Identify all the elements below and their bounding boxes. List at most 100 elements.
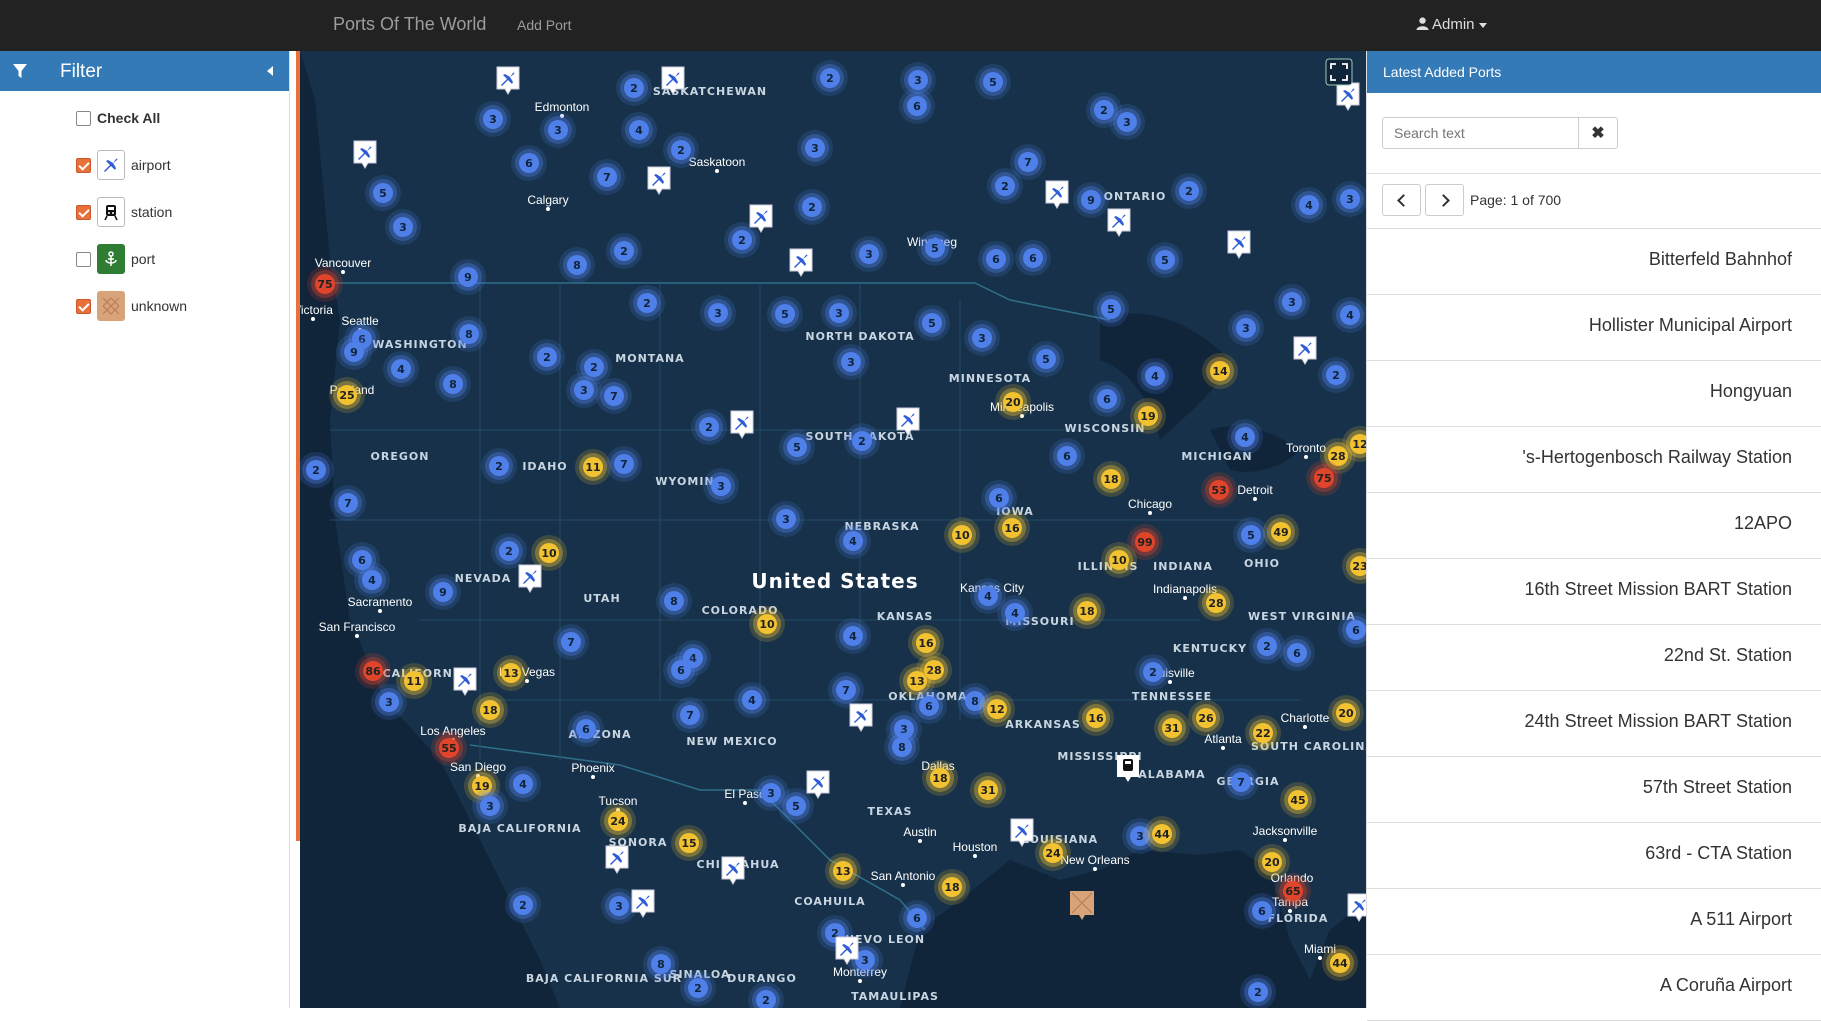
cluster-marker[interactable]: 44	[1144, 816, 1180, 852]
next-page-button[interactable]	[1425, 184, 1464, 216]
cluster-marker[interactable]: 4	[835, 618, 871, 654]
cluster-marker[interactable]: 31	[1154, 710, 1190, 746]
cluster-marker[interactable]: 3	[1274, 284, 1310, 320]
list-item[interactable]: 12APO	[1367, 493, 1821, 559]
cluster-marker[interactable]: 10	[1101, 542, 1137, 578]
cluster-marker[interactable]: 4	[1227, 419, 1263, 455]
cluster-marker[interactable]: 3	[385, 209, 421, 245]
list-item[interactable]: A Coruña Airport	[1367, 955, 1821, 1021]
cluster-marker[interactable]: 9	[450, 259, 486, 295]
cluster-marker[interactable]: 19	[1130, 398, 1166, 434]
cluster-marker[interactable]: 2	[529, 339, 565, 375]
cluster-marker[interactable]: 2	[794, 189, 830, 225]
cluster-marker[interactable]: 86	[355, 653, 391, 689]
cluster-marker[interactable]: 24	[1035, 835, 1071, 871]
cluster-marker[interactable]: 7	[553, 624, 589, 660]
cluster-marker[interactable]: 8	[884, 729, 920, 765]
fullscreen-button[interactable]	[1325, 58, 1353, 86]
cluster-marker[interactable]: 3	[700, 295, 736, 331]
cluster-marker[interactable]: 7	[828, 672, 864, 708]
prev-page-button[interactable]	[1382, 184, 1421, 216]
cluster-marker[interactable]: 6	[899, 900, 935, 936]
list-item[interactable]: 22nd St. Station	[1367, 625, 1821, 691]
cluster-marker[interactable]: 6	[1049, 438, 1085, 474]
cluster-marker[interactable]: 3	[475, 101, 511, 137]
list-item[interactable]: 24th Street Mission BART Station	[1367, 691, 1821, 757]
cluster-marker[interactable]: 5	[975, 64, 1011, 100]
cluster-marker[interactable]: 4	[505, 766, 541, 802]
list-item[interactable]: 's-Hertogenbosch Railway Station	[1367, 427, 1821, 493]
cluster-marker[interactable]: 6	[663, 652, 699, 688]
cluster-marker[interactable]: 6	[1015, 240, 1051, 276]
airport-checkbox[interactable]	[76, 157, 91, 173]
cluster-marker[interactable]: 2	[1318, 357, 1354, 393]
cluster-marker[interactable]: 5	[779, 429, 815, 465]
cluster-marker[interactable]: 9	[425, 574, 461, 610]
cluster-marker[interactable]: 6	[1244, 893, 1280, 929]
cluster-marker[interactable]: 7	[596, 378, 632, 414]
list-item[interactable]: 16th Street Mission BART Station	[1367, 559, 1821, 625]
cluster-marker[interactable]: 24	[600, 803, 636, 839]
cluster-marker[interactable]: 5	[1147, 242, 1183, 278]
cluster-marker[interactable]: 18	[1093, 461, 1129, 497]
cluster-marker[interactable]: 5	[914, 305, 950, 341]
cluster-marker[interactable]: 3	[371, 684, 407, 720]
cluster-marker[interactable]: 25	[329, 377, 365, 413]
cluster-marker[interactable]: 15	[671, 825, 707, 861]
cluster-marker[interactable]: 5	[917, 230, 953, 266]
list-item[interactable]: Hollister Municipal Airport	[1367, 295, 1821, 361]
map-view[interactable]: SASKATCHEWAN ONTARIO WASHINGTON MONTANA NORT…	[300, 51, 1366, 1008]
cluster-marker[interactable]: 10	[749, 606, 785, 642]
cluster-marker[interactable]: 18	[472, 692, 508, 728]
cluster-marker[interactable]: 6	[899, 88, 935, 124]
collapse-arrow-icon[interactable]	[267, 66, 273, 76]
cluster-marker[interactable]: 20	[995, 384, 1031, 420]
cluster-marker[interactable]: 2	[481, 448, 517, 484]
cluster-marker[interactable]: 16	[1078, 700, 1114, 736]
check-all-checkbox[interactable]	[76, 110, 91, 126]
cluster-marker[interactable]: 4	[734, 682, 770, 718]
cluster-marker[interactable]: 4	[835, 523, 871, 559]
cluster-marker[interactable]: 8	[643, 946, 679, 982]
cluster-marker[interactable]: 7	[672, 697, 708, 733]
cluster-marker[interactable]: 6	[1089, 381, 1125, 417]
cluster-marker[interactable]: 3	[797, 130, 833, 166]
cluster-marker[interactable]: 10	[944, 517, 980, 553]
cluster-marker[interactable]: 2	[812, 60, 848, 96]
cluster-marker[interactable]: 9	[1073, 182, 1109, 218]
cluster-marker[interactable]: 75	[1306, 460, 1342, 496]
cluster-marker[interactable]: 31	[970, 772, 1006, 808]
cluster-marker[interactable]: 3	[833, 344, 869, 380]
cluster-marker[interactable]: 2	[844, 423, 880, 459]
cluster-marker[interactable]: 4	[997, 595, 1033, 631]
cluster-marker[interactable]: 4	[383, 351, 419, 387]
cluster-marker[interactable]: 2	[629, 285, 665, 321]
cluster-marker[interactable]: 4	[354, 562, 390, 598]
cluster-marker[interactable]: 16	[994, 510, 1030, 546]
cluster-marker[interactable]: 28	[1198, 585, 1234, 621]
cluster-marker[interactable]: 11	[575, 449, 611, 485]
cluster-marker[interactable]: 6	[1279, 635, 1315, 671]
cluster-marker[interactable]: 5	[365, 175, 401, 211]
cluster-marker[interactable]: 7	[589, 159, 625, 195]
station-checkbox[interactable]	[76, 204, 91, 220]
cluster-marker[interactable]: 8	[559, 247, 595, 283]
cluster-marker[interactable]: 18	[1069, 593, 1105, 629]
port-checkbox[interactable]	[76, 251, 91, 267]
cluster-marker[interactable]: 3	[566, 372, 602, 408]
cluster-marker[interactable]: 75	[307, 266, 343, 302]
cluster-marker[interactable]: 3	[768, 501, 804, 537]
cluster-marker[interactable]: 44	[1322, 945, 1358, 981]
list-item[interactable]: 63rd - CTA Station	[1367, 823, 1821, 889]
clear-search-button[interactable]: ✖	[1579, 117, 1618, 149]
cluster-marker[interactable]: 6	[511, 145, 547, 181]
cluster-marker[interactable]: 8	[451, 316, 487, 352]
list-item[interactable]: 57th Street Station	[1367, 757, 1821, 823]
cluster-marker[interactable]: 2	[691, 409, 727, 445]
cluster-marker[interactable]: 2	[616, 70, 652, 106]
cluster-marker[interactable]: 26	[1188, 700, 1224, 736]
cluster-marker[interactable]: 5	[767, 296, 803, 332]
list-item[interactable]: Hongyuan	[1367, 361, 1821, 427]
user-menu[interactable]: Admin	[1416, 16, 1487, 33]
cluster-marker[interactable]: 7	[330, 485, 366, 521]
